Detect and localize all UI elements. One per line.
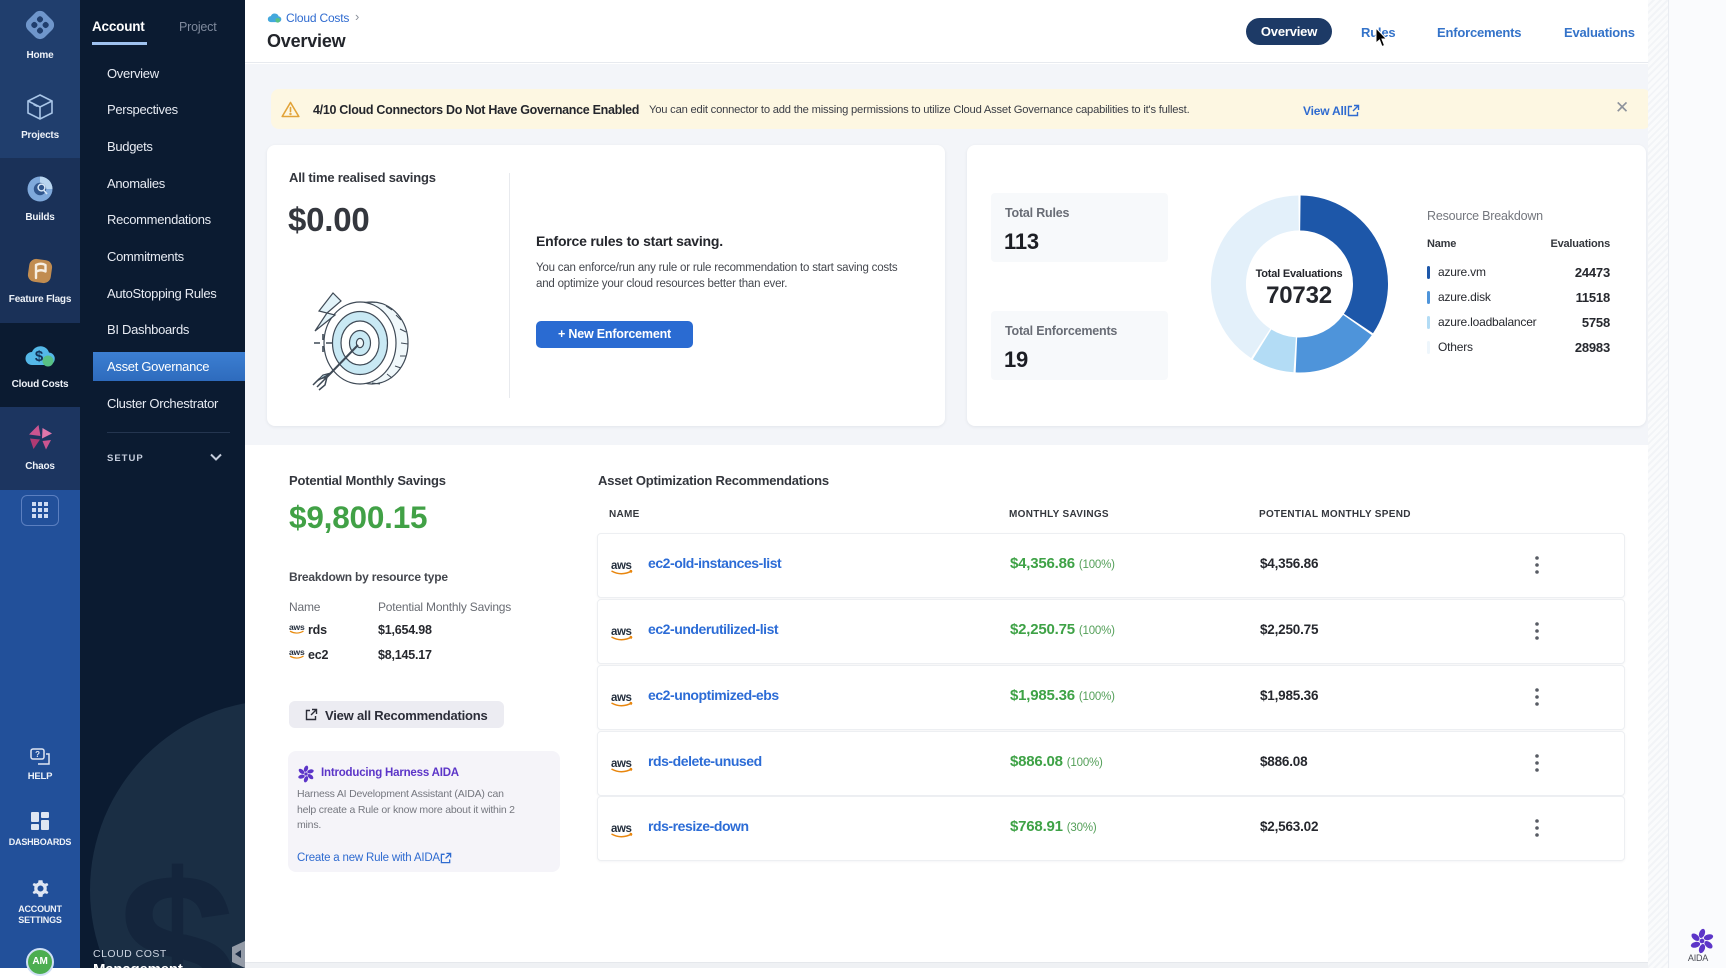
svg-text:aws: aws xyxy=(611,823,632,835)
svg-text:$: $ xyxy=(35,348,44,365)
svg-text:aws: aws xyxy=(611,626,632,638)
svg-text:aws: aws xyxy=(289,623,305,632)
svg-text:aws: aws xyxy=(611,692,632,704)
svg-text:?: ? xyxy=(35,750,40,759)
svg-text:aws: aws xyxy=(289,648,305,657)
svg-text:aws: aws xyxy=(611,758,632,770)
svg-text:aws: aws xyxy=(611,560,632,572)
